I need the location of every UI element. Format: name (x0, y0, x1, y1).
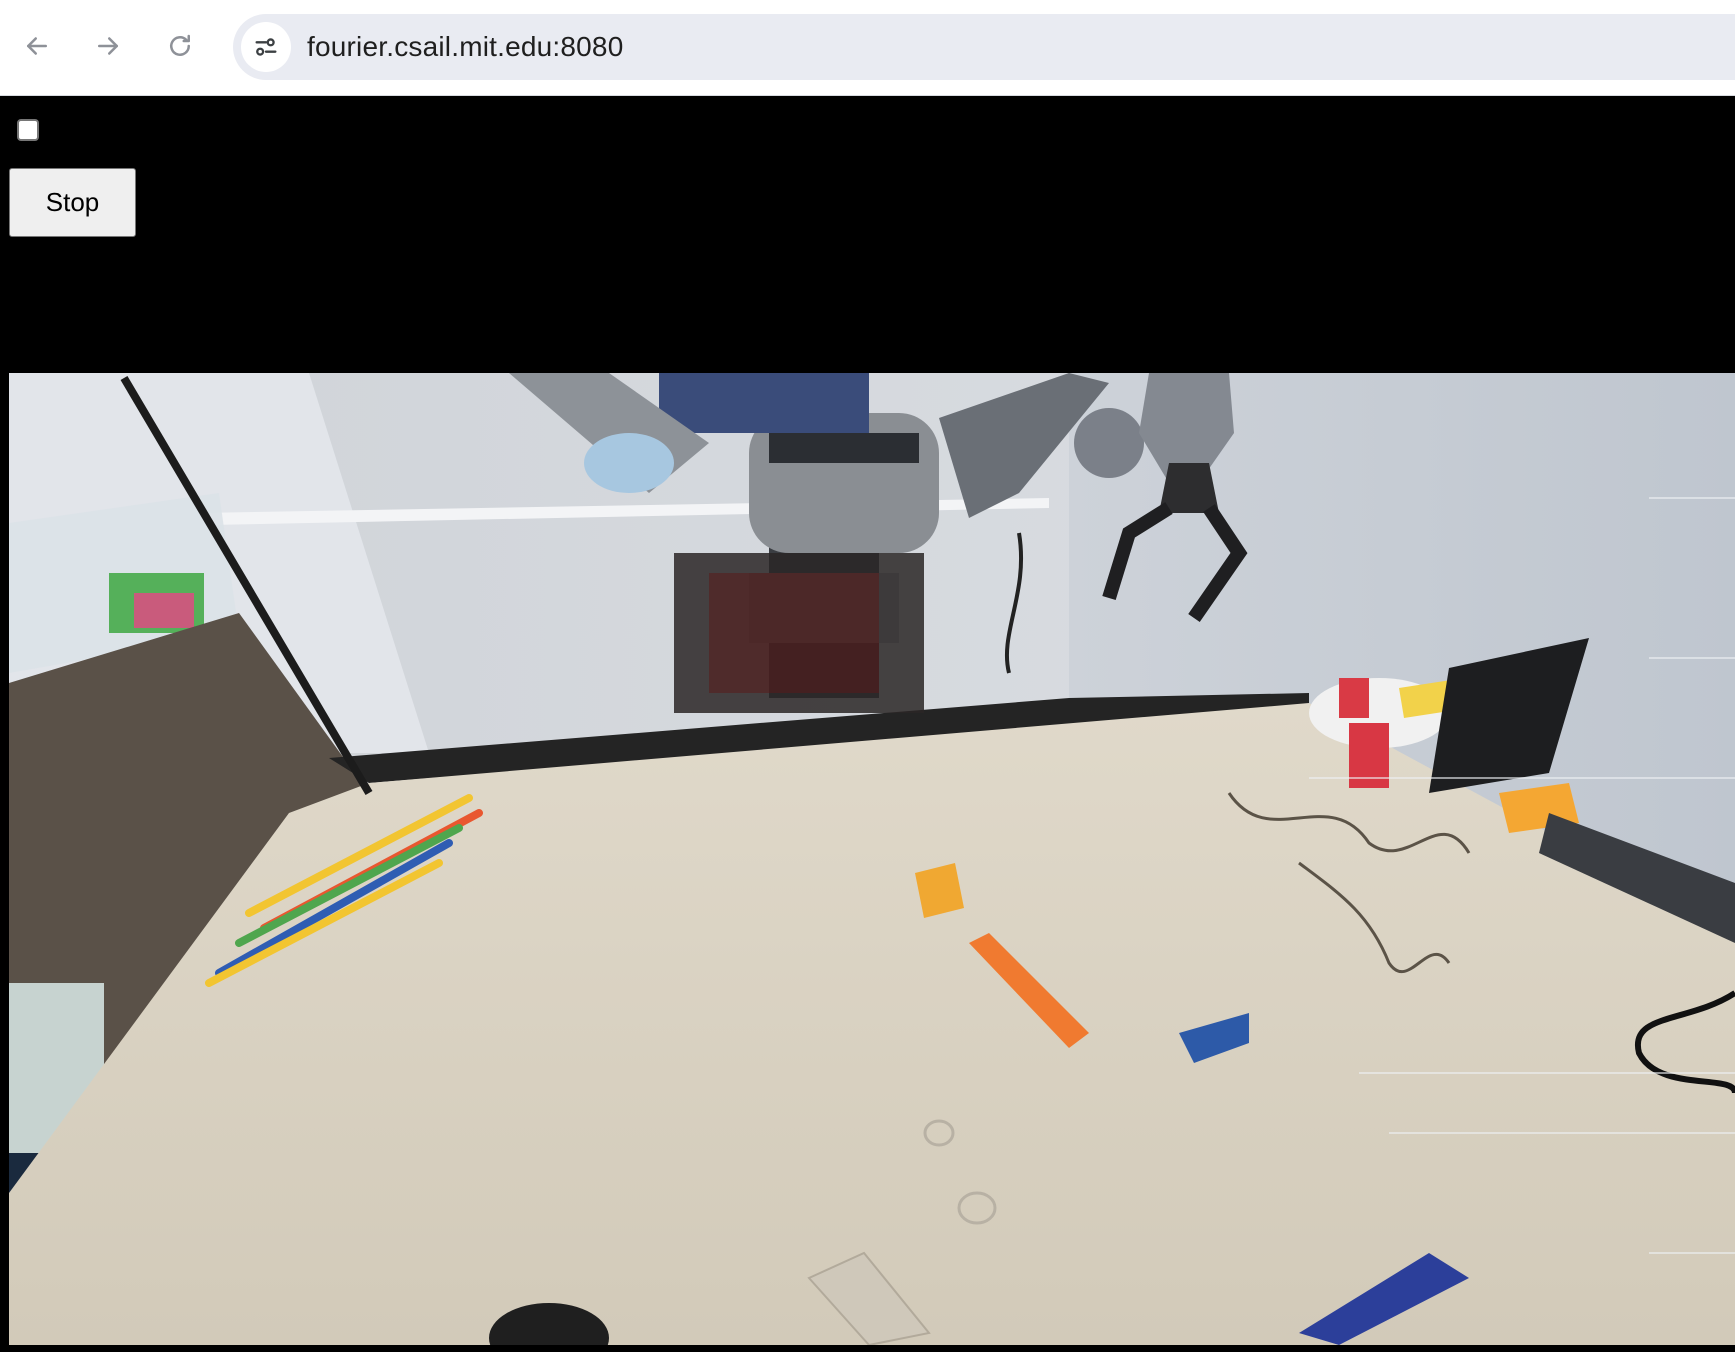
back-button[interactable] (13, 22, 61, 70)
reload-icon (170, 34, 190, 56)
browser-toolbar: fourier.csail.mit.edu:8080 (0, 0, 1735, 96)
camera-feed (9, 373, 1735, 1345)
address-bar[interactable]: fourier.csail.mit.edu:8080 (233, 14, 1735, 80)
reload-button[interactable] (156, 22, 204, 70)
toggle-checkbox[interactable] (17, 119, 39, 141)
forward-button[interactable] (84, 22, 132, 70)
url-text[interactable]: fourier.csail.mit.edu:8080 (307, 31, 623, 63)
camera-feed-image (9, 373, 1735, 1345)
tune-icon (255, 38, 277, 56)
arrow-left-icon (27, 37, 47, 55)
arrow-right-icon (98, 37, 118, 55)
stop-button[interactable]: Stop (9, 168, 136, 237)
site-info-button[interactable] (241, 22, 291, 72)
